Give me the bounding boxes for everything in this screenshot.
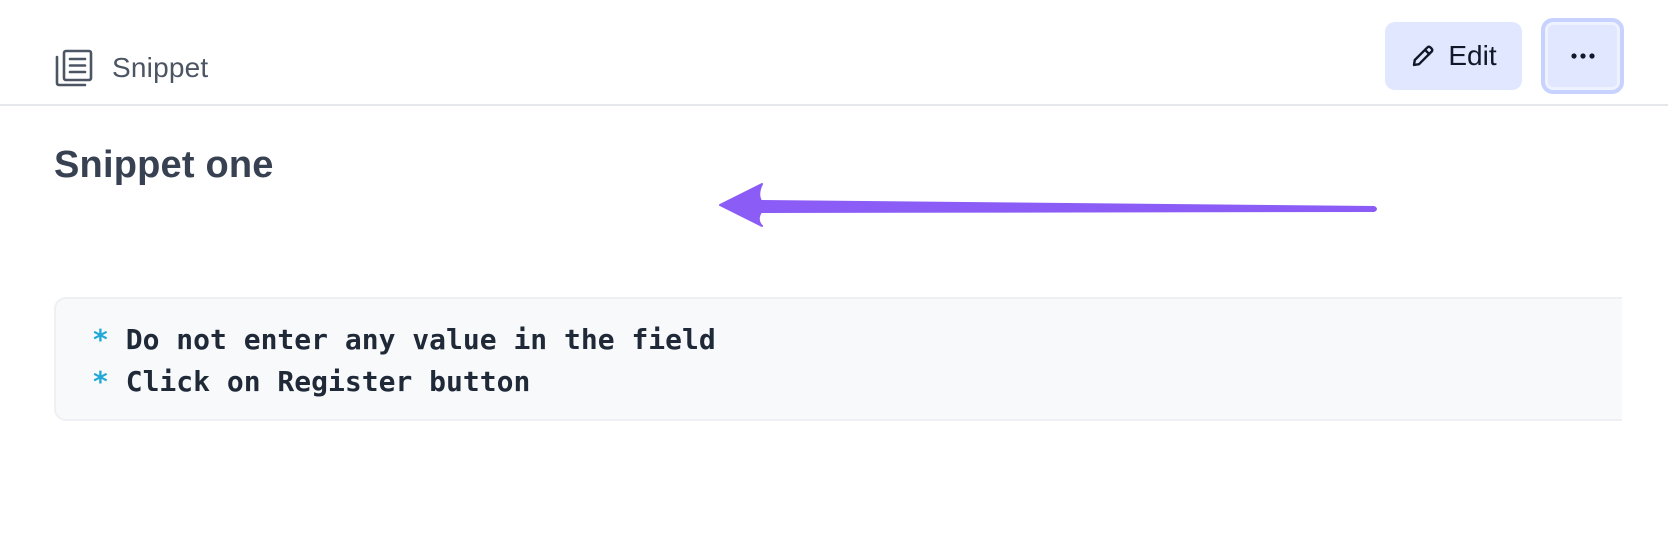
page-title: Snippet one [54,144,274,186]
code-bullet: * [92,365,109,398]
code-line-text: Do not enter any value in the field [125,323,716,356]
snippet-code-block: * Do not enter any value in the field * … [54,297,1622,421]
left-arrow-annotation [719,183,1377,227]
code-bullet: * [92,323,109,356]
code-line: * Do not enter any value in the field [92,319,1622,361]
breadcrumb[interactable]: Snippet [54,48,208,88]
edit-button[interactable]: Edit [1385,22,1522,90]
breadcrumb-label: Snippet [112,52,209,83]
snippet-page: Snippet Edit Snippet one * Do not enter … [0,0,1668,542]
code-line: * Click on Register button [92,361,1622,403]
ellipsis-icon [1570,53,1595,59]
more-options-button[interactable] [1541,18,1624,94]
page-header: Snippet Edit [0,0,1668,106]
pencil-icon [1413,45,1434,67]
code-line-text: Click on Register button [125,365,531,398]
snippet-document-icon [55,49,93,87]
edit-button-label: Edit [1448,40,1497,71]
